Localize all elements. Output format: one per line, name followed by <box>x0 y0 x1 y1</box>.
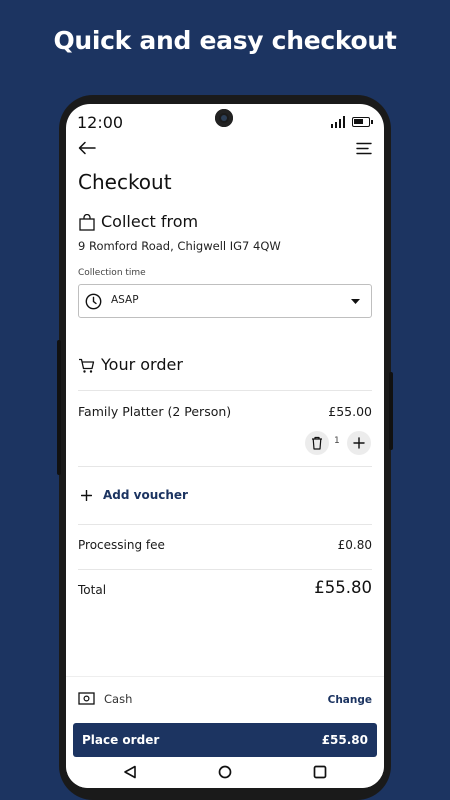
signal-icon <box>331 116 345 128</box>
menu-icon[interactable] <box>356 142 372 155</box>
divider <box>78 569 372 570</box>
plus-icon <box>353 437 365 449</box>
processing-fee-value: £0.80 <box>337 538 372 552</box>
total-label: Total <box>78 583 107 597</box>
phone-power-button <box>389 372 393 450</box>
divider <box>78 524 372 525</box>
store-address: 9 Romford Road, Chigwell IG7 4QW <box>78 239 281 253</box>
place-order-button[interactable]: Place order £55.80 <box>73 723 377 757</box>
processing-fee-label: Processing fee <box>78 538 165 552</box>
order-item-price: £55.00 <box>328 404 372 419</box>
your-order-heading: Your order <box>101 355 183 374</box>
back-arrow-icon[interactable] <box>78 141 96 155</box>
increase-quantity-button[interactable] <box>347 431 371 455</box>
collect-from-heading: Collect from <box>101 212 199 231</box>
collection-time-value: ASAP <box>111 294 139 306</box>
cash-icon <box>78 692 95 705</box>
shopping-bag-icon <box>79 214 95 231</box>
nav-back-icon[interactable] <box>123 765 137 779</box>
collection-time-label: Collection time <box>78 268 146 278</box>
clock-icon <box>85 293 102 310</box>
remove-item-button[interactable] <box>305 431 329 455</box>
battery-icon <box>352 117 373 127</box>
divider <box>78 466 372 467</box>
system-nav-bar <box>66 757 384 788</box>
nav-home-icon[interactable] <box>218 765 232 779</box>
trash-icon <box>312 436 322 450</box>
add-voucher-label: Add voucher <box>103 488 188 502</box>
promo-headline: Quick and easy checkout <box>53 26 397 55</box>
front-camera <box>215 109 233 127</box>
divider <box>66 676 384 677</box>
place-order-label: Place order <box>82 733 160 747</box>
change-payment-link[interactable]: Change <box>328 694 372 706</box>
phone-volume-button <box>57 340 61 475</box>
cart-icon <box>79 358 95 373</box>
dropdown-caret-icon <box>351 299 360 304</box>
item-quantity: 1 <box>334 436 340 446</box>
place-order-amount: £55.80 <box>321 733 368 747</box>
app-screen: 12:00 Checkout Collect from 9 Romford Ro… <box>66 104 384 788</box>
payment-method: Cash <box>104 692 133 706</box>
divider <box>78 390 372 391</box>
order-item-name: Family Platter (2 Person) <box>78 404 232 419</box>
nav-recents-icon[interactable] <box>313 765 327 779</box>
add-voucher-button[interactable]: Add voucher <box>78 486 258 506</box>
status-time: 12:00 <box>77 113 124 132</box>
total-value: £55.80 <box>314 578 372 597</box>
collection-time-select[interactable]: ASAP <box>78 284 372 318</box>
page-title: Checkout <box>78 170 172 194</box>
plus-icon <box>81 490 92 501</box>
